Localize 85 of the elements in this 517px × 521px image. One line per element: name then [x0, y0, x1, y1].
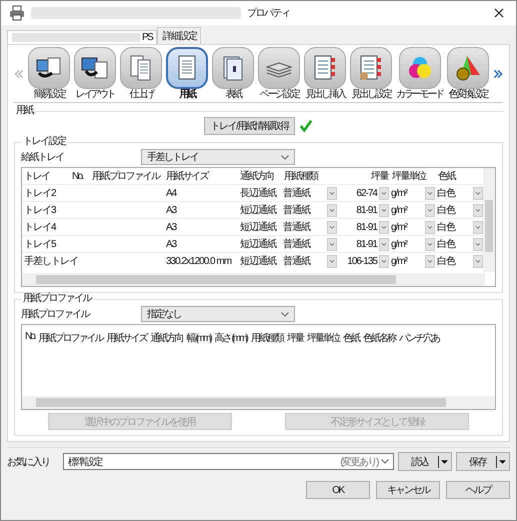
- table-cell: 短辺通紙: [240, 205, 276, 216]
- table-cell: 短辺通紙: [240, 239, 276, 250]
- cell-dropdown[interactable]: 普通紙: [283, 186, 337, 200]
- chevron-down-icon: [281, 154, 289, 160]
- column-header: パンチ穴あ: [398, 332, 439, 345]
- column-header: 坪量単位: [392, 171, 426, 182]
- dialog-button[interactable]: OK: [306, 481, 370, 499]
- cell-dropdown[interactable]: 白色: [437, 254, 483, 268]
- table-cell: トレイ2: [24, 188, 56, 199]
- table-cell: A3: [166, 204, 176, 216]
- column-header: 通紙方向: [240, 171, 274, 182]
- cell-dropdown[interactable]: g/m²: [391, 203, 435, 217]
- cell-dropdown[interactable]: 106-135: [339, 254, 389, 268]
- field-label: 用紙プロファイル: [21, 308, 90, 321]
- table-cell: トレイ5: [24, 239, 56, 250]
- cell-dropdown[interactable]: g/m²: [391, 254, 435, 268]
- group-title: 用紙プロファイル: [22, 293, 92, 305]
- table-cell: トレイ3: [24, 205, 56, 216]
- column-header: 坪量: [286, 332, 303, 345]
- cell-dropdown[interactable]: 白色: [437, 203, 483, 217]
- table-cell: 短辺通紙: [240, 222, 276, 233]
- fetch-button[interactable]: トレイ/用紙情報取得: [204, 117, 296, 135]
- table-cell: 長辺通紙: [240, 188, 276, 199]
- favorites-label: お気に入り: [7, 456, 50, 468]
- chevron-down-icon: [381, 459, 389, 464]
- chevron-down-icon: [281, 312, 289, 316]
- column-header: No.: [72, 170, 83, 182]
- printer-icon: [9, 5, 25, 21]
- cell-dropdown[interactable]: 81-91: [339, 220, 389, 234]
- cell-dropdown[interactable]: g/m²: [391, 220, 435, 234]
- horizontal-scrollbar[interactable]: [22, 396, 495, 409]
- column-header: 色紙: [342, 332, 359, 345]
- table-cell: 330.2x1200.0 mm: [166, 256, 232, 266]
- chevron-right-icon[interactable]: [492, 67, 503, 81]
- cell-dropdown[interactable]: 普通紙: [283, 254, 337, 268]
- cell-dropdown[interactable]: 白色: [437, 237, 483, 251]
- column-header: トレイ: [24, 171, 50, 182]
- column-header: 通紙方向: [150, 332, 183, 345]
- split-button[interactable]: 保存: [456, 452, 510, 471]
- group-title: トレイ設定: [22, 136, 67, 148]
- column-header: 用紙サイズ: [106, 332, 147, 345]
- vertical-scrollbar[interactable]: [483, 168, 495, 272]
- column-header: 用紙サイズ: [166, 171, 208, 182]
- caret-icon: [441, 458, 448, 464]
- cell-dropdown[interactable]: 普通紙: [283, 237, 337, 251]
- tab[interactable]: 詳細設定: [157, 27, 202, 44]
- dialog-button[interactable]: ヘルプ: [446, 481, 510, 499]
- window-title: プロパティ: [247, 6, 290, 20]
- cell-dropdown[interactable]: 白色: [437, 220, 483, 234]
- table-cell: 手差しトレイ: [24, 256, 78, 267]
- column-header: No.: [25, 331, 35, 344]
- cell-dropdown[interactable]: g/m²: [391, 237, 435, 251]
- cell-dropdown[interactable]: 普通紙: [283, 220, 337, 234]
- field-label: 給紙トレイ: [21, 151, 64, 164]
- cell-dropdown[interactable]: 62-74: [339, 186, 389, 200]
- split-button[interactable]: 読込: [398, 452, 452, 471]
- favorites-dropdown[interactable]: 標準設定 (変更あり): [63, 453, 394, 470]
- table-cell: A4: [166, 188, 176, 198]
- table-cell: 短辺通紙: [240, 256, 276, 267]
- column-header: 用紙種類: [284, 171, 318, 182]
- tab[interactable]: PS: [7, 30, 158, 44]
- cell-dropdown[interactable]: 白色: [437, 186, 483, 200]
- cell-dropdown[interactable]: 81-91: [339, 203, 389, 217]
- table-cell: A3: [166, 222, 176, 232]
- cell-dropdown[interactable]: g/m²: [391, 186, 435, 200]
- column-header: 用紙プロファイル: [92, 171, 160, 182]
- close-icon[interactable]: [494, 8, 504, 18]
- column-header: 色紙: [438, 171, 455, 182]
- horizontal-scrollbar[interactable]: [22, 273, 485, 286]
- column-header: 坪量: [371, 171, 388, 182]
- table-cell: A3: [166, 238, 176, 250]
- group-title: 用紙: [15, 105, 34, 117]
- cell-dropdown[interactable]: 81-91: [339, 237, 389, 251]
- tray-dropdown[interactable]: 手差しトレイ: [141, 149, 295, 165]
- column-header: 色紙名称: [362, 332, 395, 345]
- table-cell: トレイ4: [24, 222, 56, 233]
- column-header: 用紙プロファイル: [38, 332, 103, 345]
- column-header: 坪量単位: [306, 332, 339, 345]
- caret-icon: [499, 458, 506, 464]
- cell-dropdown[interactable]: 普通紙: [283, 203, 337, 217]
- column-header: 高さ (mm): [214, 332, 247, 345]
- dialog-button[interactable]: キャンセル: [376, 481, 440, 499]
- column-header: 幅 (mm): [186, 332, 211, 345]
- column-header: 用紙種類: [250, 332, 283, 345]
- profile-dropdown[interactable]: 指定なし: [141, 306, 295, 322]
